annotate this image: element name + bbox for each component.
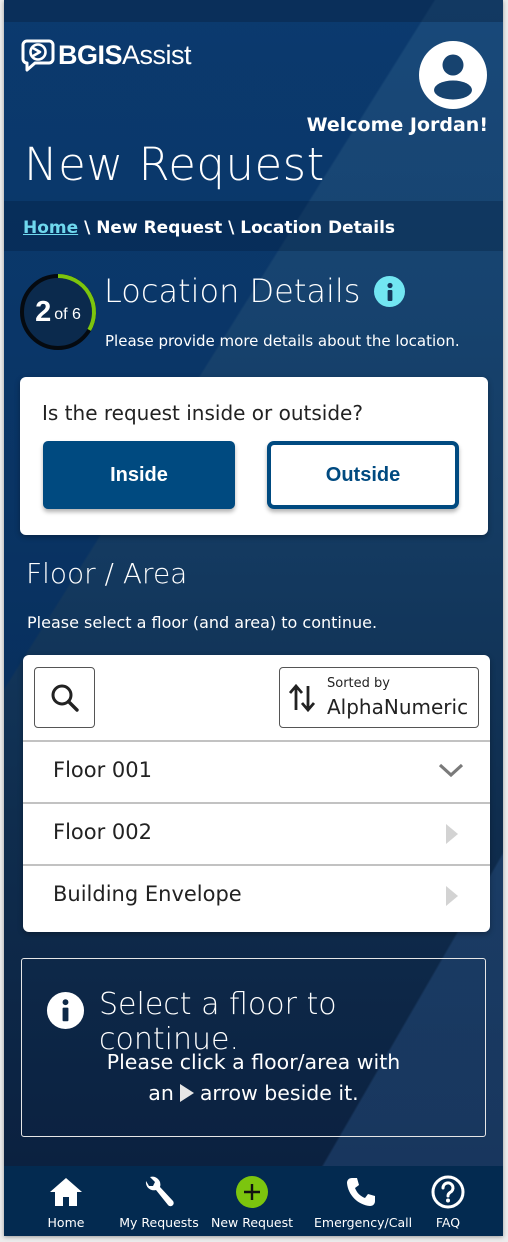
sort-arrows-icon [288, 683, 316, 713]
search-button[interactable] [34, 667, 95, 728]
floor-list-item[interactable]: Building Envelope [23, 864, 490, 932]
app-screen: BGISAssist Welcome Jordan! New Request H… [4, 0, 503, 1236]
notice-body: Please click a floor/area with an arrow b… [22, 1047, 485, 1109]
info-button[interactable] [374, 276, 405, 307]
nav-label: Home [47, 1215, 85, 1230]
section-subtitle: Please provide more details about the lo… [105, 332, 460, 350]
chat-bubble-logo-icon [21, 39, 55, 72]
floor-item-label: Floor 001 [53, 758, 153, 782]
search-icon [51, 684, 79, 712]
info-icon [46, 991, 85, 1030]
sort-value: AlphaNumeric [327, 695, 469, 719]
nav-item-my-requests[interactable]: My Requests [117, 1174, 201, 1230]
floor-area-subtitle: Please select a floor (and area) to cont… [27, 613, 378, 632]
home-icon [50, 1177, 82, 1206]
notice-line-2-post: arrow beside it. [199, 1081, 359, 1105]
app-name: BGISAssist [58, 39, 192, 71]
nav-label: My Requests [119, 1215, 199, 1230]
nav-item-home[interactable]: Home [42, 1174, 90, 1230]
inside-button[interactable]: Inside [43, 441, 235, 509]
floor-list-card: Sorted by AlphaNumeric Floor 001 Floor 0… [23, 655, 490, 932]
floor-item-label: Floor 002 [53, 820, 153, 844]
step-current: 2 [35, 295, 52, 328]
nav-label: New Request [210, 1215, 293, 1230]
breadcrumb-trail: \ New Request \ Location Details [78, 218, 396, 238]
nav-item-faq[interactable]: FAQ [426, 1174, 470, 1230]
nav-item-emergency-call[interactable]: Emergency/Call [314, 1174, 413, 1230]
info-icon [386, 282, 393, 301]
bottom-navigation: Home My Requests New Request Emergency/C… [4, 1166, 503, 1236]
step-total: of 6 [54, 306, 81, 323]
floor-area-title: Floor / Area [26, 557, 188, 590]
inside-outside-question: Is the request inside or outside? [42, 401, 363, 425]
notice-line-1: Please click a floor/area with [106, 1050, 401, 1074]
notice-line-2-pre: an [148, 1081, 174, 1105]
phone-icon [347, 1177, 375, 1206]
inside-outside-card: Is the request inside or outside? Inside… [20, 377, 488, 535]
app-logo[interactable]: BGISAssist [21, 38, 192, 72]
nav-label: FAQ [435, 1215, 461, 1230]
sort-caption: Sorted by [327, 676, 390, 691]
nav-label: Emergency/Call [314, 1215, 413, 1230]
question-circle-icon [431, 1175, 465, 1208]
logo-bold-text: BGIS [58, 39, 123, 70]
floor-item-label: Building Envelope [53, 882, 242, 906]
wrench-icon [145, 1176, 174, 1206]
outside-button[interactable]: Outside [267, 441, 459, 509]
select-floor-notice: Select a floor to continue. Please click… [21, 958, 486, 1137]
section-title: Location Details [104, 272, 361, 310]
page-title: New Request [24, 138, 325, 191]
sort-button[interactable]: Sorted by AlphaNumeric [279, 667, 479, 728]
breadcrumb: Home \ New Request \ Location Details [23, 218, 395, 238]
plus-circle-icon [236, 1175, 268, 1208]
welcome-message: Welcome Jordan! [306, 114, 488, 136]
chevron-right-icon [446, 886, 458, 906]
floor-list-item[interactable]: Floor 001 [23, 740, 490, 802]
logo-light-text: Assist [122, 39, 192, 70]
avatar[interactable] [418, 40, 488, 110]
step-counter: 2 of 6 [18, 272, 98, 352]
nav-item-new-request[interactable]: New Request [210, 1174, 294, 1230]
status-strip [4, 0, 503, 22]
notice-line-2: an arrow beside it. [22, 1078, 485, 1109]
arrow-right-icon [179, 1084, 194, 1102]
breadcrumb-home-link[interactable]: Home [23, 218, 78, 238]
chevron-down-icon [438, 763, 464, 778]
floor-list-item[interactable]: Floor 002 [23, 802, 490, 864]
chevron-right-icon [446, 824, 458, 844]
